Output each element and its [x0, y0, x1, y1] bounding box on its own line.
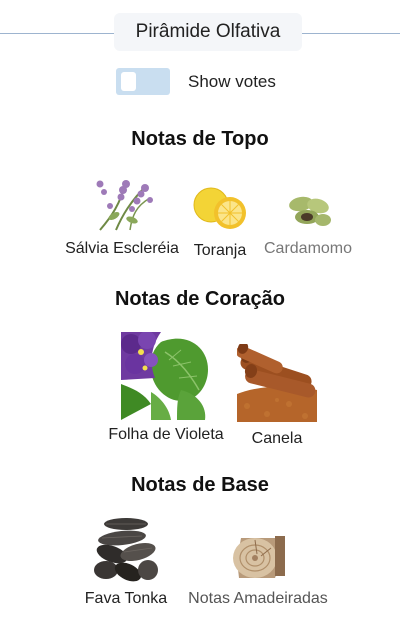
violet-leaf-image — [121, 332, 211, 420]
cinnamon-image — [237, 344, 317, 422]
show-votes-toggle[interactable] — [116, 68, 170, 95]
note-tonka-bean[interactable]: Fava Tonka — [76, 516, 176, 608]
note-label: Notas Amadeiradas — [188, 590, 328, 607]
header-line-left — [0, 33, 114, 34]
note-grapefruit[interactable]: Toranja — [190, 180, 250, 260]
cardamom-image — [285, 194, 331, 228]
woody-notes-image — [231, 530, 285, 582]
pyramid-header: Pirâmide Olfativa — [114, 13, 302, 51]
show-votes-row: Show votes — [116, 68, 276, 95]
pyramid-title: Pirâmide Olfativa — [135, 21, 281, 42]
note-label: Canela — [251, 430, 303, 447]
note-label: Folha de Violeta — [108, 426, 224, 443]
note-violet-leaf[interactable]: Folha de Violeta — [100, 332, 232, 444]
section-title-top-notes: Notas de Topo — [131, 128, 269, 150]
note-clary-sage[interactable]: Sálvia Escleréia — [58, 176, 186, 258]
toggle-knob — [121, 72, 136, 91]
header-line-right — [302, 33, 400, 34]
show-votes-label: Show votes — [188, 71, 276, 91]
note-label: Cardamomo — [263, 240, 353, 257]
note-cardamom[interactable]: Cardamomo — [256, 194, 360, 258]
clary-sage-image — [90, 176, 154, 234]
note-cinnamon[interactable]: Canela — [234, 344, 320, 448]
section-title-heart-notes: Notas de Coração — [114, 288, 286, 310]
note-label: Sálvia Escleréia — [65, 240, 179, 257]
note-label: Fava Tonka — [84, 590, 168, 607]
grapefruit-image — [191, 180, 249, 234]
section-title-base-notes: Notas de Base — [131, 474, 269, 496]
tonka-bean-image — [92, 516, 160, 584]
note-label: Toranja — [193, 242, 247, 259]
note-woody-notes[interactable]: Notas Amadeiradas — [176, 530, 340, 608]
